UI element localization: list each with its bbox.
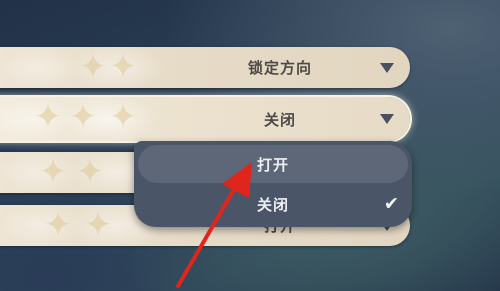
- red-arrow-annotation: [176, 162, 252, 288]
- arrow-head: [222, 162, 252, 198]
- arrow-shaft: [176, 184, 238, 288]
